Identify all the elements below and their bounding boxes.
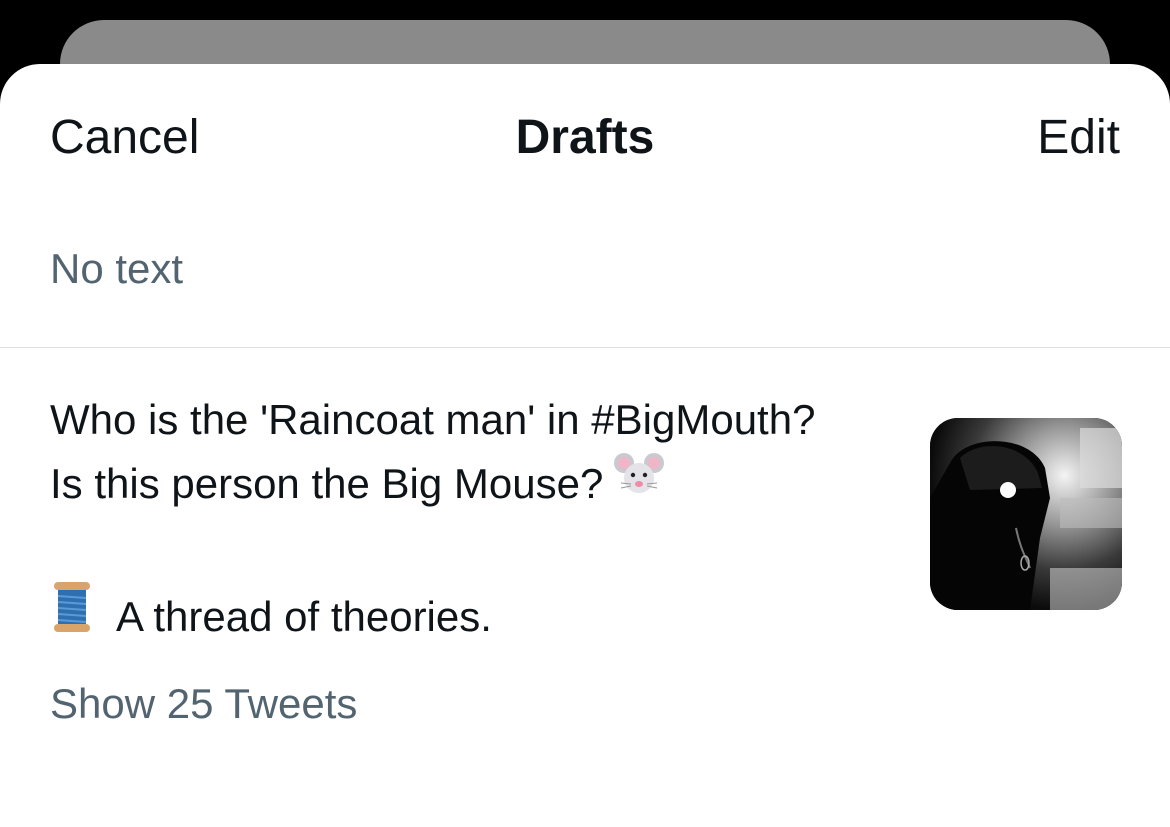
mouse-face-icon (613, 450, 665, 516)
show-thread-link[interactable]: Show 25 Tweets (50, 680, 357, 728)
draft-preview-text: No text (50, 245, 184, 292)
navigation-bar: Cancel Drafts Edit (0, 64, 1170, 214)
draft-line-1: Who is the 'Raincoat man' in #BigMouth? (50, 396, 816, 443)
draft-preview-text: Who is the 'Raincoat man' in #BigMouth? … (50, 388, 910, 656)
draft-line-2-row: Is this person the Big Mouse? (50, 452, 910, 520)
draft-item-empty[interactable]: No text (0, 214, 1170, 348)
draft-media-thumbnail[interactable] (930, 418, 1122, 610)
spool-of-thread-icon (50, 580, 94, 652)
draft-line-3-row: A thread of theories. (50, 581, 910, 656)
drafts-sheet: Cancel Drafts Edit No text Who is the 'R… (0, 64, 1170, 827)
draft-line-3: A thread of theories. (116, 593, 492, 640)
edit-button[interactable]: Edit (1037, 110, 1120, 165)
draft-item-thread[interactable]: Who is the 'Raincoat man' in #BigMouth? … (0, 348, 1170, 748)
page-title: Drafts (515, 111, 655, 164)
draft-line-2: Is this person the Big Mouse? (50, 460, 604, 507)
